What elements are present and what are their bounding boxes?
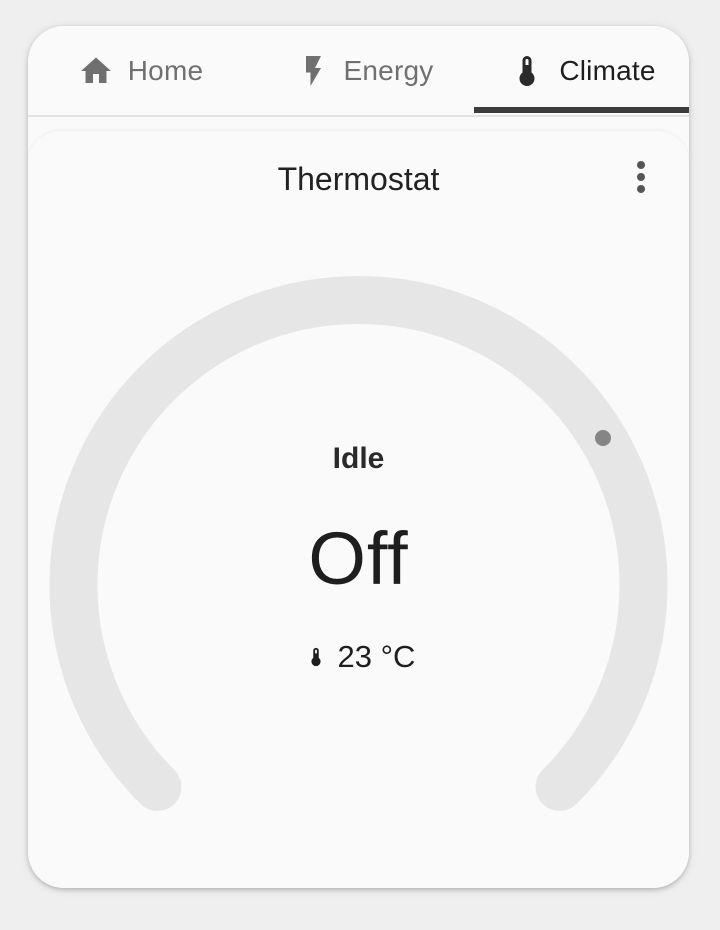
dashboard-card: Home Energy Climate Thermostat Idle Off …	[28, 26, 689, 888]
home-icon	[76, 51, 116, 91]
tab-energy-label: Energy	[343, 54, 434, 86]
hvac-mode-value: Off	[308, 517, 409, 600]
active-tab-indicator	[474, 107, 689, 113]
tab-climate-label: Climate	[559, 54, 656, 86]
tab-home[interactable]: Home	[28, 26, 251, 115]
thermometer-icon	[507, 51, 547, 91]
lightning-bolt-icon	[292, 51, 332, 91]
thermometer-small-icon	[302, 640, 330, 674]
tab-bar: Home Energy Climate	[28, 26, 689, 117]
thermostat-card: Thermostat Idle Off 23 °C	[28, 131, 689, 888]
current-temperature: 23 °C	[28, 639, 689, 675]
tab-energy[interactable]: Energy	[251, 26, 474, 115]
temperature-dial[interactable]	[28, 131, 689, 888]
tab-climate[interactable]: Climate	[474, 26, 689, 115]
current-temperature-value: 23 °C	[337, 639, 416, 674]
hvac-action-status: Idle	[332, 442, 385, 475]
tab-home-label: Home	[127, 54, 204, 86]
